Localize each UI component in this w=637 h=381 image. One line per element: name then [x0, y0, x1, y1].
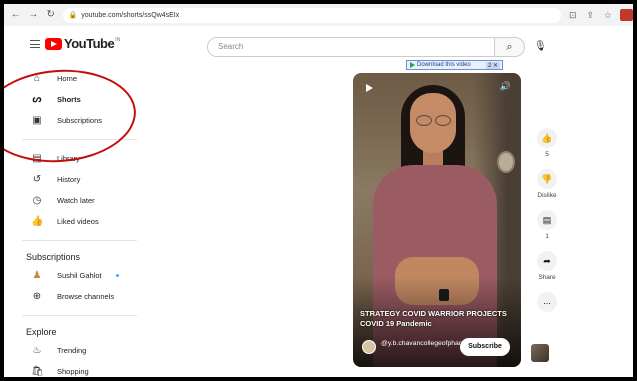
- download-play-icon: [410, 62, 415, 68]
- volume-icon[interactable]: 🔊: [500, 81, 511, 92]
- search-icon: ⌕: [506, 41, 513, 53]
- share-label: Share: [538, 274, 556, 281]
- download-label: Download this video: [417, 62, 471, 68]
- explore-heading: Explore: [26, 327, 57, 337]
- trending-icon: ♨: [32, 344, 42, 356]
- browser-window: ← → ↻ 🔒 youtube.com/shorts/ssQw4sEIx ⊡ ⇪…: [4, 4, 633, 377]
- sidebar-item-label: Browse channels: [57, 292, 115, 301]
- add-circle-icon: ⊕: [32, 290, 42, 302]
- history-icon: ↺: [32, 173, 42, 185]
- forward-arrow-icon[interactable]: →: [28, 9, 40, 21]
- hamburger-menu-icon[interactable]: [30, 40, 40, 48]
- search-button[interactable]: ⌕: [495, 37, 525, 57]
- share-action: ➦ Share: [527, 251, 567, 282]
- youtube-play-icon: [45, 37, 62, 50]
- comments-action: ▤ 1: [527, 210, 567, 241]
- browser-toolbar: ← → ↻ 🔒 youtube.com/shorts/ssQw4sEIx ⊡ ⇪…: [4, 4, 633, 26]
- sidebar-item-liked-videos[interactable]: 👍 Liked videos: [4, 211, 144, 232]
- comment-icon[interactable]: ▤: [537, 210, 557, 230]
- divider: [22, 240, 137, 241]
- channel-avatar: ♟: [32, 269, 42, 281]
- divider: [22, 315, 137, 316]
- glasses: [413, 115, 453, 127]
- sidebar-item-channel[interactable]: ♟ Sushil Gahlot: [4, 265, 144, 286]
- like-count: 5: [545, 151, 549, 158]
- subscribe-button[interactable]: Subscribe: [460, 338, 510, 356]
- subscriptions-heading: Subscriptions: [26, 252, 81, 262]
- dislike-label: Dislike: [537, 192, 557, 199]
- dislike-action: 👎 Dislike: [527, 169, 567, 200]
- watch-later-icon: ◷: [32, 194, 42, 206]
- wall-clock: [497, 151, 515, 173]
- bookmark-star-icon[interactable]: ☆: [602, 9, 614, 21]
- reload-icon[interactable]: ↻: [45, 9, 57, 21]
- video-subtitle: COVID 19 Pandemic: [360, 319, 432, 328]
- more-action: ...: [527, 292, 567, 312]
- video-title: STRATEGY COVID WARRIOR PROJECTS: [360, 309, 507, 318]
- dislike-icon[interactable]: 👎: [537, 169, 557, 189]
- more-options-icon[interactable]: ...: [537, 292, 557, 312]
- share-icon[interactable]: ➦: [537, 251, 557, 271]
- channel-avatar[interactable]: [362, 340, 376, 354]
- back-arrow-icon[interactable]: ←: [10, 9, 22, 21]
- logo-text: YouTube: [64, 36, 115, 51]
- share-page-icon[interactable]: ⇪: [585, 9, 597, 21]
- logo-region: IN: [115, 36, 121, 43]
- comment-count: 1: [545, 233, 549, 240]
- url-text: youtube.com/shorts/ssQw4sEIx: [81, 11, 180, 19]
- sidebar-item-label: Watch later: [57, 196, 95, 205]
- like-icon[interactable]: 👍: [537, 128, 557, 148]
- shopping-icon: 🛍: [31, 365, 44, 377]
- extension-icon[interactable]: [619, 9, 633, 21]
- like-action: 👍 5: [527, 128, 567, 159]
- download-video-bar[interactable]: Download this video 2 ✕: [406, 60, 503, 70]
- sidebar-item-label: Shopping: [57, 367, 89, 376]
- audio-thumbnail[interactable]: [531, 344, 549, 362]
- microphone-icon[interactable]: 🎙: [534, 40, 547, 54]
- sidebar-item-label: History: [57, 175, 81, 184]
- shorts-video-player[interactable]: 🔊 STRATEGY COVID WARRIOR PROJECTS COVID …: [353, 73, 521, 367]
- sidebar-item-history[interactable]: ↺ History: [4, 169, 144, 190]
- sidebar-item-watch-later[interactable]: ◷ Watch later: [4, 190, 144, 211]
- sidebar-item-label: Trending: [57, 346, 87, 355]
- lock-icon: 🔒: [68, 12, 78, 19]
- sidebar-item-trending[interactable]: ♨ Trending: [4, 340, 144, 361]
- channel-name[interactable]: @y.b.chavancollegeofpharmac6606: [381, 339, 489, 348]
- like-icon: 👍: [31, 215, 44, 227]
- sidebar-item-browse-channels[interactable]: ⊕ Browse channels: [4, 286, 144, 307]
- youtube-header: YouTube IN Search ⌕ 🎙: [4, 26, 633, 68]
- play-icon[interactable]: [366, 84, 373, 92]
- shorts-actions: 👍 5 👎 Dislike ▤ 1 ➦ Share ...: [527, 128, 567, 322]
- new-content-dot: [115, 274, 119, 277]
- sidebar-item-label: Liked videos: [57, 217, 99, 226]
- google-lens-icon[interactable]: ⊡: [567, 9, 579, 21]
- address-bar[interactable]: 🔒 youtube.com/shorts/ssQw4sEIx: [62, 7, 562, 23]
- sidebar-item-label: Sushil Gahlot: [57, 271, 102, 280]
- download-close[interactable]: 2 ✕: [485, 61, 500, 69]
- glasses-lens: [435, 115, 451, 126]
- youtube-logo[interactable]: YouTube IN: [45, 36, 120, 51]
- sidebar-item-shopping[interactable]: 🛍 Shopping: [4, 361, 144, 377]
- glasses-lens: [416, 115, 432, 126]
- search-input[interactable]: Search: [207, 37, 495, 57]
